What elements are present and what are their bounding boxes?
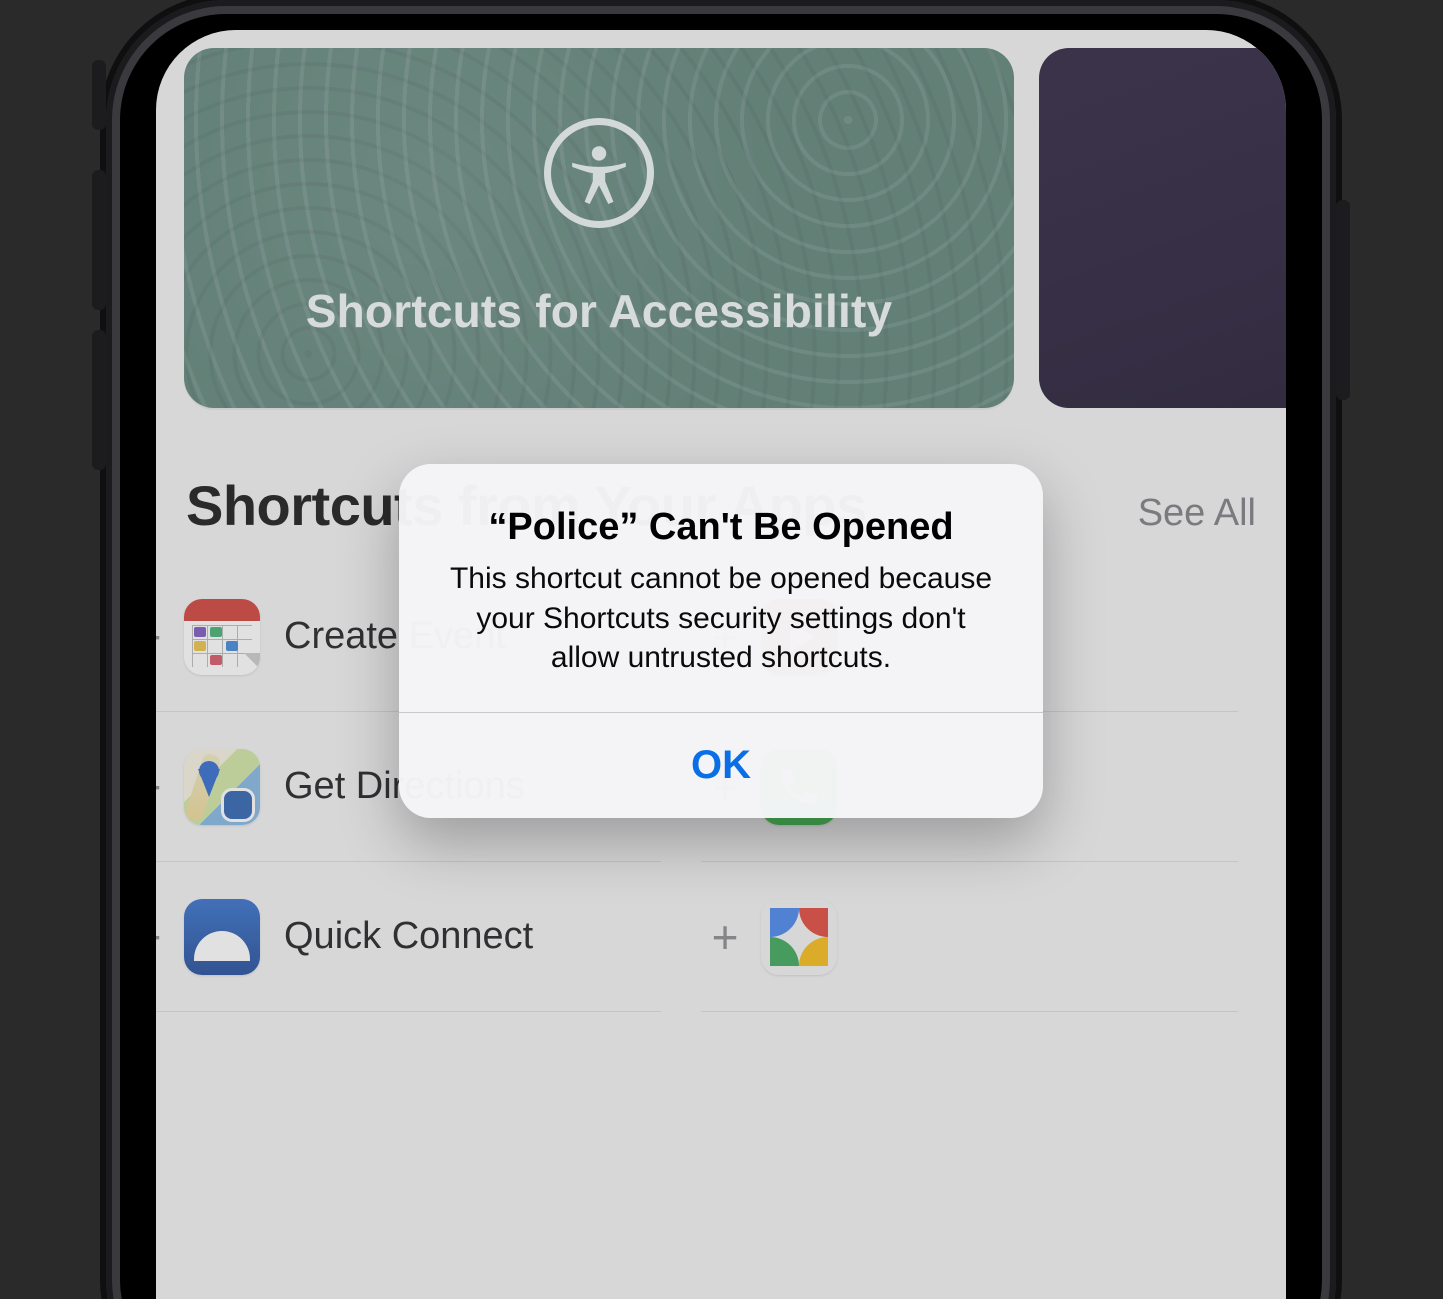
screen: Shortcuts for Accessibility Shortcuts fr… xyxy=(156,30,1286,1299)
phone-frame: Shortcuts for Accessibility Shortcuts fr… xyxy=(106,0,1336,1299)
alert-message: This shortcut cannot be opened because y… xyxy=(439,559,1003,678)
mute-switch xyxy=(92,60,106,130)
side-button xyxy=(1336,200,1350,400)
add-icon[interactable]: + xyxy=(156,764,172,810)
featured-card-accessibility[interactable]: Shortcuts for Accessibility xyxy=(184,48,1014,408)
ok-button[interactable]: OK xyxy=(399,713,1043,818)
nordvpn-icon xyxy=(184,899,260,975)
list-item[interactable]: + xyxy=(701,862,1238,1012)
volume-up-button xyxy=(92,170,106,310)
alert-dialog: “Police” Can't Be Opened This shortcut c… xyxy=(399,464,1043,818)
alert-title: “Police” Can't Be Opened xyxy=(439,506,1003,549)
volume-down-button xyxy=(92,330,106,470)
featured-card-secondary[interactable] xyxy=(1039,48,1286,408)
add-icon[interactable]: + xyxy=(156,914,172,960)
add-icon[interactable]: + xyxy=(156,614,172,660)
accessibility-icon xyxy=(544,118,654,228)
fantastical-icon xyxy=(184,599,260,675)
maps-icon xyxy=(184,749,260,825)
list-item-label: Quick Connect xyxy=(284,915,533,958)
add-icon[interactable]: + xyxy=(701,914,749,960)
featured-row: Shortcuts for Accessibility xyxy=(184,48,1258,408)
google-photos-icon xyxy=(761,899,837,975)
list-item[interactable]: + Quick Connect xyxy=(156,862,661,1012)
featured-card-title: Shortcuts for Accessibility xyxy=(306,284,893,338)
see-all-link[interactable]: See All xyxy=(1138,492,1256,535)
